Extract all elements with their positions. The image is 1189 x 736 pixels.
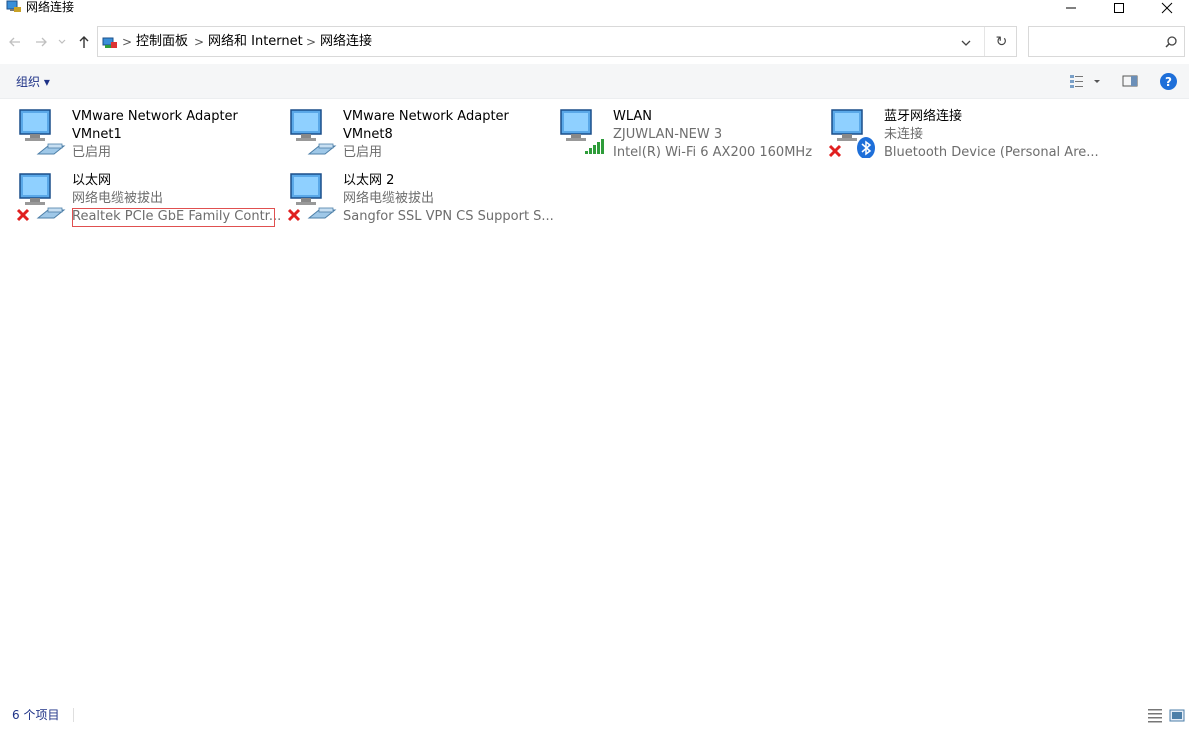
connection-name-line2: VMnet8 [343, 127, 393, 142]
title-bar: 网络连接 [0, 0, 1189, 22]
bluetooth-icon [857, 137, 875, 158]
connection-name: WLAN [613, 109, 653, 124]
back-arrow-icon [9, 37, 20, 47]
connection-name: 蓝牙网络连接 [884, 109, 963, 124]
large-icons-view-icon[interactable] [1169, 707, 1185, 723]
search-icon [1165, 36, 1177, 48]
search-box[interactable] [1028, 26, 1185, 57]
breadcrumb-control-panel[interactable]: 控制面板 [136, 34, 188, 50]
help-button[interactable]: ? [1160, 73, 1177, 90]
view-options-dropdown-icon[interactable] [1092, 73, 1102, 89]
error-x-icon [16, 208, 30, 222]
maximize-icon [1114, 3, 1124, 13]
ethernet-adapter-icon [16, 173, 66, 222]
breadcrumb-separator: > [122, 35, 133, 49]
back-button[interactable] [7, 34, 23, 50]
error-x-icon [828, 144, 842, 158]
minimize-button[interactable] [1048, 0, 1094, 16]
connection-name: 以太网 2 [343, 173, 395, 188]
list-item[interactable]: 以太网 2 网络电缆被拔出 Sangfor SSL VPN CS Support… [287, 172, 557, 232]
close-icon [1161, 2, 1173, 14]
refresh-icon: ↻ [995, 33, 1008, 50]
navigation-bar: > 控制面板 > 网络和 Internet > 网络连接 ↻ [0, 26, 1189, 58]
error-x-icon [287, 208, 301, 222]
connection-device: Sangfor SSL VPN CS Support S... [343, 209, 554, 224]
address-dropdown-icon[interactable] [958, 35, 974, 51]
connection-status: ZJUWLAN-NEW 3 [613, 127, 723, 142]
breadcrumb-separator: > [194, 35, 205, 49]
ethernet-adapter-icon [287, 173, 337, 222]
change-view-icon[interactable] [1069, 73, 1085, 89]
list-item[interactable]: VMware Network Adapter VMnet8 已启用 [287, 108, 557, 168]
connection-status: 已启用 [72, 145, 112, 160]
forward-arrow-icon [36, 37, 47, 47]
minimize-icon [1066, 7, 1076, 9]
connection-name: VMware Network Adapter [72, 109, 238, 124]
preview-pane-icon[interactable] [1122, 73, 1138, 89]
forward-button[interactable] [33, 34, 49, 50]
list-item[interactable]: 蓝牙网络连接 未连接 Bluetooth Device (Personal Ar… [828, 108, 1099, 168]
close-button[interactable] [1144, 0, 1189, 16]
status-divider [73, 708, 74, 722]
connection-status: 未连接 [884, 127, 924, 142]
list-item[interactable]: VMware Network Adapter VMnet1 已启用 [16, 108, 286, 168]
highlight-box [72, 208, 275, 227]
help-icon: ? [1165, 74, 1172, 89]
details-view-icon[interactable] [1147, 707, 1163, 723]
connection-name-line2: VMnet1 [72, 127, 122, 142]
breadcrumb-network-internet[interactable]: 网络和 Internet [208, 34, 303, 50]
breadcrumb-separator: > [306, 35, 317, 49]
control-panel-icon [102, 37, 117, 48]
maximize-button[interactable] [1096, 0, 1142, 16]
connection-status: 网络电缆被拔出 [343, 191, 435, 206]
list-item[interactable]: WLAN ZJUWLAN-NEW 3 Intel(R) Wi-Fi 6 AX20… [557, 108, 827, 168]
command-bar: 组织 ▾ ? [0, 64, 1189, 99]
connection-status: 网络电缆被拔出 [72, 191, 164, 206]
address-bar[interactable]: > 控制面板 > 网络和 Internet > 网络连接 ↻ [97, 26, 1017, 57]
refresh-button[interactable]: ↻ [984, 27, 1018, 56]
network-connections-icon [6, 0, 21, 12]
signal-bars-icon [585, 139, 604, 154]
up-button[interactable] [76, 34, 92, 50]
connection-status: 已启用 [343, 145, 383, 160]
item-count: 6 个项目 [12, 708, 60, 722]
wifi-adapter-icon [560, 109, 604, 154]
bluetooth-adapter-icon [828, 109, 875, 158]
window-title: 网络连接 [26, 0, 75, 14]
ethernet-adapter-icon [19, 109, 66, 155]
recent-locations-button[interactable] [56, 34, 68, 50]
ethernet-adapter-icon [290, 109, 337, 155]
up-arrow-icon [79, 36, 89, 48]
connection-device: Intel(R) Wi-Fi 6 AX200 160MHz [613, 145, 813, 160]
connection-name: 以太网 [72, 173, 112, 188]
chevron-down-icon [58, 39, 66, 44]
organize-button[interactable]: 组织 ▾ [16, 74, 50, 90]
breadcrumb-network-connections[interactable]: 网络连接 [320, 34, 372, 50]
connection-name: VMware Network Adapter [343, 109, 509, 124]
connection-device: Bluetooth Device (Personal Are... [884, 145, 1099, 160]
